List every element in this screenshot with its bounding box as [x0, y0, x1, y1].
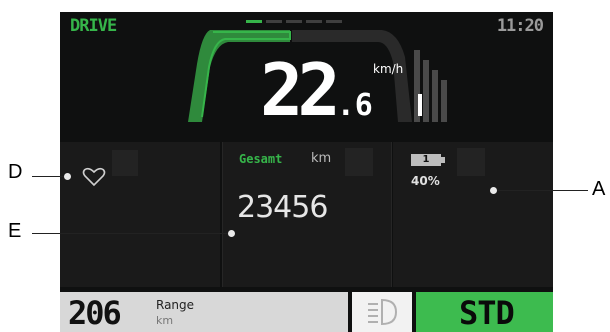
ride-mode-label: STD — [459, 294, 515, 332]
placeholder-box — [345, 148, 373, 176]
speed-unit: km/h — [373, 62, 404, 76]
callout-a-label: A — [592, 178, 606, 200]
speed-readout: 22.6 — [260, 54, 373, 126]
range-label: Range — [156, 298, 195, 312]
bottom-bar: 206 Range km STD — [60, 292, 553, 332]
callout-d-label: D — [8, 161, 23, 183]
range-display: 206 Range km — [60, 292, 348, 332]
ride-mode-button[interactable]: STD — [416, 292, 553, 332]
gauge-needle — [418, 94, 422, 116]
favorite-panel[interactable] — [60, 142, 220, 287]
battery-panel[interactable]: 1 40% — [393, 142, 553, 287]
odometer-label: Gesamt — [239, 152, 283, 166]
battery-cap — [441, 157, 445, 163]
display-screen: DRIVE 11:20 22.6 km/h Gesamt km 23456 1 … — [60, 12, 553, 332]
odometer-panel[interactable]: Gesamt km 23456 — [222, 142, 392, 287]
battery-percent: 40% — [411, 174, 440, 188]
heart-icon[interactable] — [82, 167, 106, 187]
callout-a-line — [494, 190, 588, 191]
placeholder-box — [457, 148, 485, 176]
placeholder-box — [112, 150, 138, 176]
battery-level: 1 — [422, 154, 430, 165]
callout-e-line — [32, 233, 232, 234]
callout-d-dot — [64, 173, 71, 180]
headlight-button[interactable] — [352, 292, 412, 332]
speed-decimal: .6 — [336, 88, 373, 123]
headlight-icon — [368, 298, 398, 326]
speed-integer: 22 — [260, 48, 341, 132]
odometer-value: 23456 — [237, 190, 328, 225]
range-value: 206 — [68, 294, 122, 332]
range-unit: km — [156, 314, 174, 327]
callout-a-dot — [490, 187, 497, 194]
callout-e-dot — [228, 230, 235, 237]
callout-d-line — [32, 176, 68, 177]
odometer-unit: km — [311, 151, 332, 166]
info-panels: Gesamt km 23456 1 40% — [60, 142, 553, 287]
callout-e-label: E — [8, 220, 22, 242]
